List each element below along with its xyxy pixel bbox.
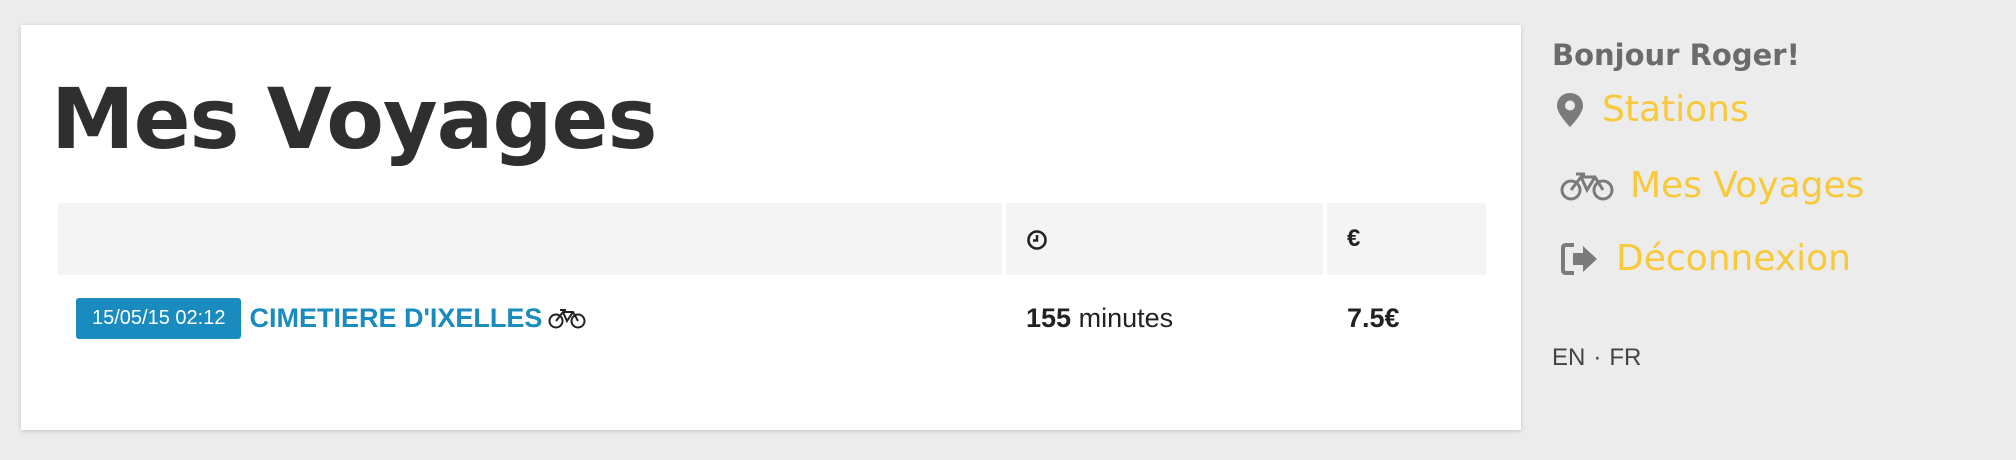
nav-label-stations: Stations	[1602, 89, 1749, 130]
sidebar: Bonjour Roger! Stations Mes Voyages Déco…	[1552, 0, 2002, 460]
map-marker-icon	[1557, 92, 1583, 127]
table-header-row: €	[58, 203, 1486, 275]
duration-unit: minutes	[1078, 302, 1174, 333]
language-fr[interactable]: FR	[1609, 344, 1641, 371]
trips-table: € 15/05/15 02:12 CIMETIERE D'IXELLES 155 …	[54, 203, 1490, 361]
language-en[interactable]: EN	[1552, 344, 1585, 371]
trips-card: Mes Voyages € 15/05/15 02:12 CIMETIERE D…	[21, 25, 1521, 430]
nav-item-stations[interactable]: Stations	[1552, 89, 1749, 130]
price-cell: 7.5€	[1327, 275, 1486, 361]
duration-cell: 155 minutes	[1006, 275, 1323, 361]
language-switcher: EN · FR	[1552, 344, 1641, 372]
column-header-price: €	[1327, 203, 1486, 275]
nav-item-mes-voyages[interactable]: Mes Voyages	[1552, 165, 1864, 206]
nav-label-deconnexion: Déconnexion	[1616, 238, 1851, 279]
bicycle-icon	[1560, 172, 1614, 200]
column-header-station	[58, 203, 1002, 275]
greeting: Bonjour Roger!	[1552, 38, 1800, 72]
price-value: 7.5€	[1347, 302, 1400, 333]
date-badge: 15/05/15 02:12	[76, 297, 242, 339]
trip-cell: 15/05/15 02:12 CIMETIERE D'IXELLES	[58, 275, 1002, 361]
nav-label-mes-voyages: Mes Voyages	[1630, 165, 1865, 206]
clock-icon	[1027, 229, 1047, 250]
station-link[interactable]: CIMETIERE D'IXELLES	[249, 303, 542, 333]
table-row[interactable]: 15/05/15 02:12 CIMETIERE D'IXELLES 155 mi…	[58, 275, 1486, 361]
column-header-duration	[1006, 203, 1323, 275]
language-separator: ·	[1593, 344, 1602, 371]
bicycle-icon	[548, 309, 586, 329]
euro-symbol: €	[1347, 225, 1361, 252]
duration-value: 155	[1026, 302, 1072, 333]
page-title: Mes Voyages	[51, 70, 657, 168]
nav-item-deconnexion[interactable]: Déconnexion	[1552, 238, 1851, 279]
sign-out-icon	[1561, 242, 1597, 275]
